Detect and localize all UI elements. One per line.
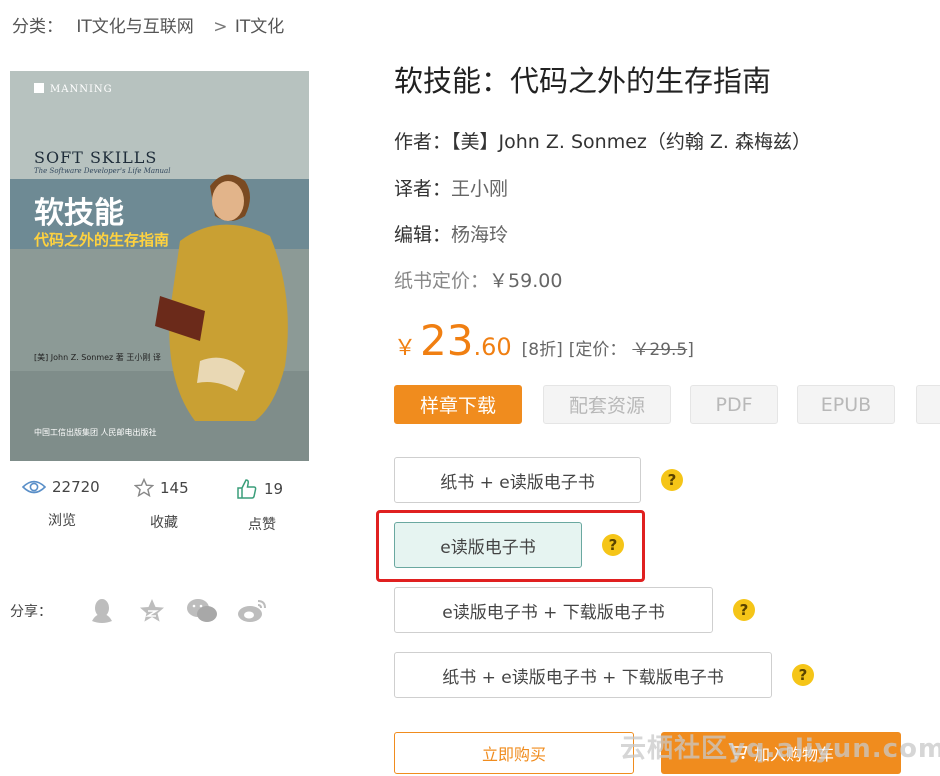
qzone-icon[interactable] bbox=[134, 596, 170, 626]
discount-badge: [8折] bbox=[521, 340, 563, 360]
highlight-annotation-box bbox=[376, 510, 645, 582]
qq-icon[interactable] bbox=[84, 596, 120, 626]
price-row: ￥ 23 .60 [8折] [定价： ￥29.5 ] bbox=[394, 316, 700, 365]
book-cover-image[interactable]: MANNING SOFT SKILLS The Software Develop… bbox=[10, 71, 309, 461]
likes-label: 点赞 bbox=[248, 517, 276, 533]
eye-icon bbox=[22, 478, 46, 496]
likes-count: 19 bbox=[264, 480, 284, 498]
pdf-button[interactable]: PDF bbox=[690, 385, 778, 424]
breadcrumb-separator: > bbox=[213, 17, 228, 37]
original-price-value: ￥29.5 bbox=[632, 340, 688, 360]
option-paper-ebook-download[interactable]: 纸书 + e读版电子书 + 下载版电子书 bbox=[394, 652, 772, 698]
stat-views: 22720 浏览 bbox=[22, 478, 102, 538]
editor-row: 编辑：杨海玲 bbox=[394, 220, 508, 247]
original-price-label: [定价： bbox=[568, 340, 627, 360]
cover-publisher: MANNING bbox=[34, 83, 113, 95]
epub-button[interactable]: EPUB bbox=[797, 385, 895, 424]
breadcrumb-label: 分类： bbox=[12, 17, 63, 37]
translator-label: 译者： bbox=[394, 178, 452, 200]
cover-english-title: SOFT SKILLS bbox=[34, 148, 158, 167]
favorites-count: 145 bbox=[160, 479, 189, 497]
list-price-label: 纸书定价： bbox=[394, 270, 490, 292]
cover-publisher-logos: 中国工信出版集团 人民邮电出版社 bbox=[34, 428, 157, 437]
wechat-icon[interactable] bbox=[184, 596, 220, 626]
stat-likes[interactable]: 19 点赞 bbox=[236, 478, 288, 538]
help-icon[interactable]: ? bbox=[792, 664, 814, 686]
sample-download-button[interactable]: 样章下载 bbox=[394, 385, 522, 424]
breadcrumb: 分类： IT文化与互联网 > IT文化 bbox=[12, 12, 292, 37]
author-label: 作者： bbox=[394, 131, 452, 153]
share-label: 分享： bbox=[10, 604, 52, 620]
favorites-label: 收藏 bbox=[150, 515, 178, 531]
thumbs-up-icon[interactable] bbox=[236, 478, 258, 500]
book-title: 软技能：代码之外的生存指南 bbox=[394, 64, 772, 98]
original-price-close: ] bbox=[687, 340, 694, 360]
list-price-row: 纸书定价：￥59.00 bbox=[394, 266, 562, 293]
share-bar: 分享： bbox=[10, 596, 270, 626]
list-price-value: ￥59.00 bbox=[489, 270, 563, 292]
buy-now-button[interactable]: 立即购买 bbox=[394, 732, 634, 774]
author-row: 作者：【美】John Z. Sonmez（约翰 Z. 森梅兹） bbox=[394, 127, 811, 154]
translator-row: 译者：王小刚 bbox=[394, 174, 508, 201]
editor-link[interactable]: 杨海玲 bbox=[451, 224, 508, 246]
star-icon[interactable] bbox=[134, 478, 154, 498]
breadcrumb-subcategory-link[interactable]: IT文化 bbox=[235, 17, 284, 37]
weibo-icon[interactable] bbox=[234, 596, 270, 626]
resources-button[interactable]: 配套资源 bbox=[543, 385, 671, 424]
option-paper-plus-ebook[interactable]: 纸书 + e读版电子书 bbox=[394, 457, 641, 503]
option-ebook-plus-download[interactable]: e读版电子书 + 下载版电子书 bbox=[394, 587, 713, 633]
editor-label: 编辑： bbox=[394, 224, 452, 246]
help-icon[interactable]: ? bbox=[661, 469, 683, 491]
cover-illustration-figure bbox=[155, 174, 288, 421]
views-label: 浏览 bbox=[48, 513, 76, 529]
watermark: 云栖社区yq.aliyun.com bbox=[620, 734, 940, 764]
price-currency: ￥ bbox=[394, 336, 417, 361]
breadcrumb-category-link[interactable]: IT文化与互联网 bbox=[76, 17, 193, 37]
price-decimal: .60 bbox=[473, 333, 512, 361]
help-icon[interactable]: ? bbox=[733, 599, 755, 621]
cover-chinese-title: 软技能 bbox=[34, 196, 124, 231]
stat-favorites[interactable]: 145 收藏 bbox=[134, 478, 194, 538]
price-integer: 23 bbox=[420, 316, 474, 365]
translator-link[interactable]: 王小刚 bbox=[451, 178, 508, 200]
cover-author-line: [美] John Z. Sonmez 著 王小刚 译 bbox=[34, 353, 161, 362]
author-link[interactable]: 【美】John Z. Sonmez（约翰 Z. 森梅兹） bbox=[451, 131, 811, 153]
views-count: 22720 bbox=[52, 478, 100, 496]
more-format-button[interactable] bbox=[916, 385, 940, 424]
